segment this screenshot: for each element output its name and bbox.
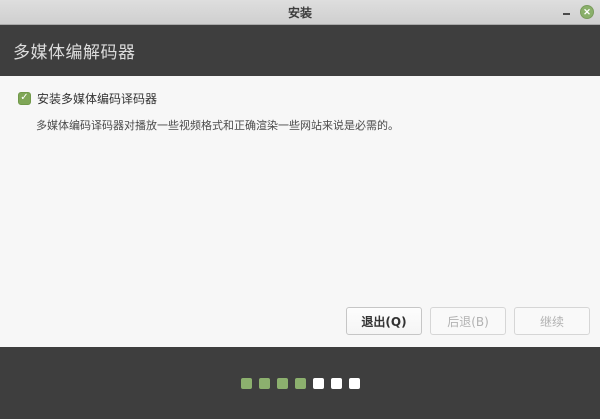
progress-dot-done	[258, 377, 270, 389]
installer-window: 安装 ✕ 多媒体编解码器 ✓ 安装多媒体编码译码器 多媒体编码译码器对播放一些视…	[0, 0, 600, 419]
checkbox-checked-icon[interactable]: ✓	[18, 92, 31, 105]
progress-dot-todo	[312, 377, 324, 389]
close-button[interactable]: ✕	[577, 0, 597, 24]
progress-dot-done	[276, 377, 288, 389]
footer	[0, 347, 600, 419]
quit-button[interactable]: 退出(Q)	[346, 307, 422, 335]
back-button[interactable]: 后退(B)	[430, 307, 506, 335]
page-title: 多媒体编解码器	[13, 43, 136, 63]
close-icon: ✕	[580, 5, 594, 19]
titlebar: 安装 ✕	[0, 0, 600, 25]
content-area: ✓ 安装多媒体编码译码器 多媒体编码译码器对播放一些视频格式和正确渲染一些网站来…	[0, 76, 600, 347]
check-icon: ✓	[20, 92, 29, 103]
continue-button[interactable]: 继续	[514, 307, 590, 335]
progress-dot-todo	[330, 377, 342, 389]
codecs-description: 多媒体编码译码器对播放一些视频格式和正确渲染一些网站来说是必需的。	[36, 119, 399, 132]
button-row: 退出(Q) 后退(B) 继续	[346, 307, 590, 335]
checkbox-label[interactable]: 安装多媒体编码译码器	[37, 90, 157, 107]
progress-dot-done	[240, 377, 252, 389]
progress-dot-done	[294, 377, 306, 389]
progress-dots	[240, 377, 360, 389]
progress-dot-todo	[348, 377, 360, 389]
window-title: 安装	[287, 5, 312, 20]
minimize-icon	[562, 12, 570, 15]
minimize-button[interactable]	[558, 0, 574, 24]
page-header: 多媒体编解码器	[0, 25, 600, 76]
install-codecs-checkbox-row[interactable]: ✓ 安装多媒体编码译码器	[18, 90, 600, 107]
